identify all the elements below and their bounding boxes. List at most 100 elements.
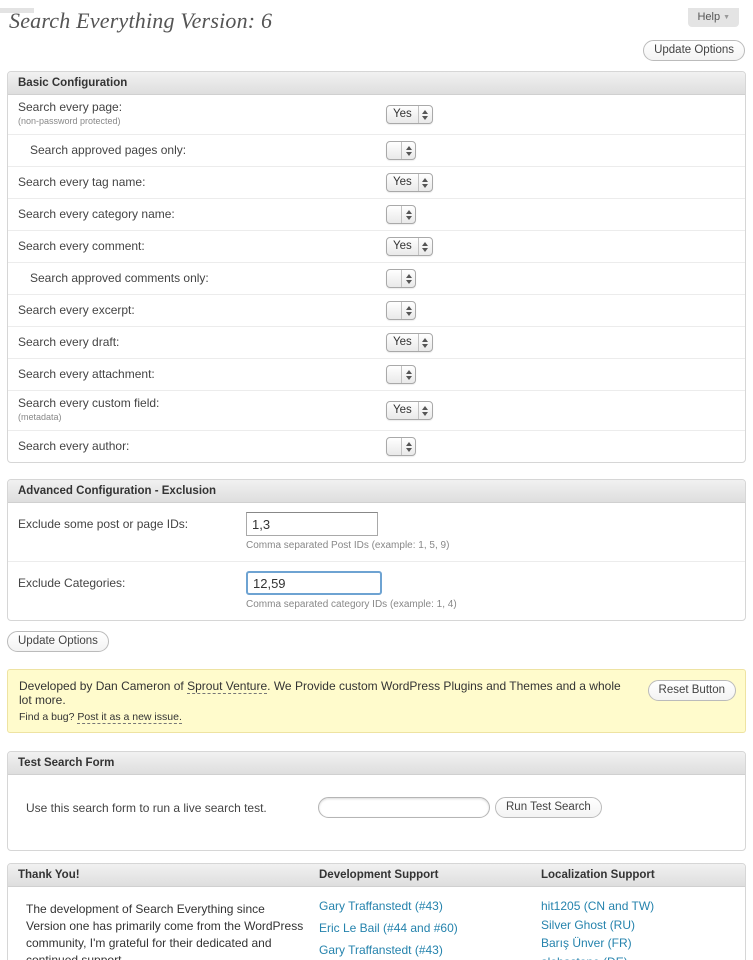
page-title: Search Everything Version: 6 (9, 8, 746, 34)
yes-no-select[interactable] (386, 141, 416, 160)
config-label-text: Search every tag name: (18, 175, 145, 189)
developer-notice-line1: Developed by Dan Cameron of Sprout Ventu… (19, 679, 635, 707)
select-stepper-icon (418, 334, 432, 351)
top-actions: Update Options (7, 40, 745, 61)
select-value (387, 142, 401, 159)
config-row: Search every custom field: (metadata) Ye… (8, 390, 745, 430)
advanced-configuration-title: Advanced Configuration - Exclusion (8, 480, 745, 503)
exclusion-input[interactable] (246, 571, 382, 595)
test-search-form-section: Test Search Form Use this search form to… (7, 751, 746, 851)
config-label-note: (non-password protected) (18, 115, 386, 128)
config-row: Search every tag name: Yes (8, 166, 745, 198)
select-stepper-icon (401, 366, 415, 383)
test-search-description: Use this search form to run a live searc… (26, 801, 318, 815)
localization-support-link[interactable]: alohastone (DE) (541, 955, 745, 960)
thank-you-header: Thank You! Development Support Localizat… (8, 864, 745, 887)
bottom-actions: Update Options (7, 631, 746, 652)
config-label-text: Search every attachment: (18, 367, 155, 381)
config-row-label: Search every page: (non-password protect… (18, 101, 386, 128)
config-row-label: Search every author: (18, 440, 386, 453)
sprout-venture-link[interactable]: Sprout Venture (187, 679, 267, 694)
config-row-label: Search every attachment: (18, 368, 386, 381)
config-label-text: Search every custom field: (18, 396, 159, 410)
development-support-link[interactable]: Eric Le Bail (#44 and #60) (319, 921, 541, 935)
exclusion-input[interactable] (246, 512, 378, 536)
exclusion-row-label: Exclude Categories: (18, 571, 246, 590)
yes-no-select[interactable] (386, 365, 416, 384)
config-label-text: Search every excerpt: (18, 303, 135, 317)
yes-no-select[interactable]: Yes (386, 333, 433, 352)
development-support-title: Development Support (319, 869, 541, 881)
development-support-link[interactable]: Gary Traffanstedt (#43) (319, 899, 541, 913)
config-label-note: (metadata) (18, 411, 386, 424)
advanced-configuration-section: Advanced Configuration - Exclusion Exclu… (7, 479, 746, 621)
yes-no-select[interactable] (386, 437, 416, 456)
localization-support-title: Localization Support (541, 869, 745, 881)
config-row-label: Search every custom field: (metadata) (18, 397, 386, 424)
localization-support-link[interactable]: Barış Ünver (FR) (541, 936, 745, 950)
run-test-search-button[interactable]: Run Test Search (495, 797, 602, 818)
yes-no-select[interactable] (386, 301, 416, 320)
yes-no-select[interactable] (386, 269, 416, 288)
reset-button[interactable]: Reset Button (648, 680, 736, 701)
yes-no-select[interactable]: Yes (386, 173, 433, 192)
localization-support-link[interactable]: hit1205 (CN and TW) (541, 899, 745, 913)
thank-you-section: Thank You! Development Support Localizat… (7, 863, 746, 960)
select-stepper-icon (401, 302, 415, 319)
update-options-top-button[interactable]: Update Options (643, 40, 745, 61)
notice-text: Find a bug? (19, 711, 77, 723)
thank-you-body: The development of Search Everything sin… (8, 887, 745, 960)
select-value: Yes (387, 174, 418, 191)
localization-support-link[interactable]: Silver Ghost (RU) (541, 918, 745, 932)
yes-no-select[interactable] (386, 205, 416, 224)
select-stepper-icon (401, 270, 415, 287)
chevron-down-icon: ▼ (723, 14, 730, 21)
select-value (387, 270, 401, 287)
post-new-issue-link[interactable]: Post it as a new issue. (77, 711, 181, 724)
exclusion-row: Exclude Categories: Comma separated cate… (8, 561, 745, 620)
yes-no-select[interactable]: Yes (386, 401, 433, 420)
config-label-text: Search approved pages only: (30, 143, 186, 157)
test-search-form-title: Test Search Form (8, 752, 745, 775)
select-value: Yes (387, 402, 418, 419)
development-support-list: Gary Traffanstedt (#43) Eric Le Bail (#4… (319, 899, 541, 960)
test-search-form-content: Use this search form to run a live searc… (8, 775, 745, 850)
yes-no-select[interactable]: Yes (386, 105, 433, 124)
help-tab[interactable]: Help▼ (688, 8, 739, 27)
config-row: Search every category name: (8, 198, 745, 230)
exclusion-row-label: Exclude some post or page IDs: (18, 512, 246, 531)
config-row: Search every page: (non-password protect… (8, 95, 745, 134)
config-row-label: Search approved pages only: (18, 144, 386, 157)
config-row: Search every comment: Yes (8, 230, 745, 262)
development-support-link[interactable]: Gary Traffanstedt (#43) (319, 943, 541, 957)
basic-configuration-section: Basic Configuration Search every page: (… (7, 71, 746, 463)
select-stepper-icon (401, 142, 415, 159)
config-label-text: Search every comment: (18, 239, 145, 253)
select-value (387, 366, 401, 383)
exclusion-field: Comma separated Post IDs (example: 1, 5,… (246, 512, 449, 551)
exclusion-row: Exclude some post or page IDs: Comma sep… (8, 503, 745, 561)
select-value (387, 438, 401, 455)
select-value (387, 206, 401, 223)
notice-text: Developed by Dan Cameron of (19, 679, 187, 693)
yes-no-select[interactable]: Yes (386, 237, 433, 256)
select-value (387, 302, 401, 319)
config-label-text: Search every author: (18, 439, 129, 453)
thank-you-message: The development of Search Everything sin… (8, 899, 319, 960)
config-row: Search approved pages only: (8, 134, 745, 166)
test-search-input[interactable] (318, 797, 490, 818)
config-row-label: Search approved comments only: (18, 272, 386, 285)
config-label-text: Search approved comments only: (30, 271, 209, 285)
select-value: Yes (387, 106, 418, 123)
config-row: Search every attachment: (8, 358, 745, 390)
select-stepper-icon (401, 438, 415, 455)
basic-configuration-title: Basic Configuration (8, 72, 745, 95)
config-row-label: Search every comment: (18, 240, 386, 253)
update-options-bottom-button[interactable]: Update Options (7, 631, 109, 652)
config-row-label: Search every excerpt: (18, 304, 386, 317)
developer-notice-line2: Find a bug? Post it as a new issue. (19, 711, 635, 723)
exclusion-help-text: Comma separated Post IDs (example: 1, 5,… (246, 540, 449, 551)
select-stepper-icon (401, 206, 415, 223)
thank-you-title: Thank You! (8, 869, 319, 881)
select-value: Yes (387, 334, 418, 351)
